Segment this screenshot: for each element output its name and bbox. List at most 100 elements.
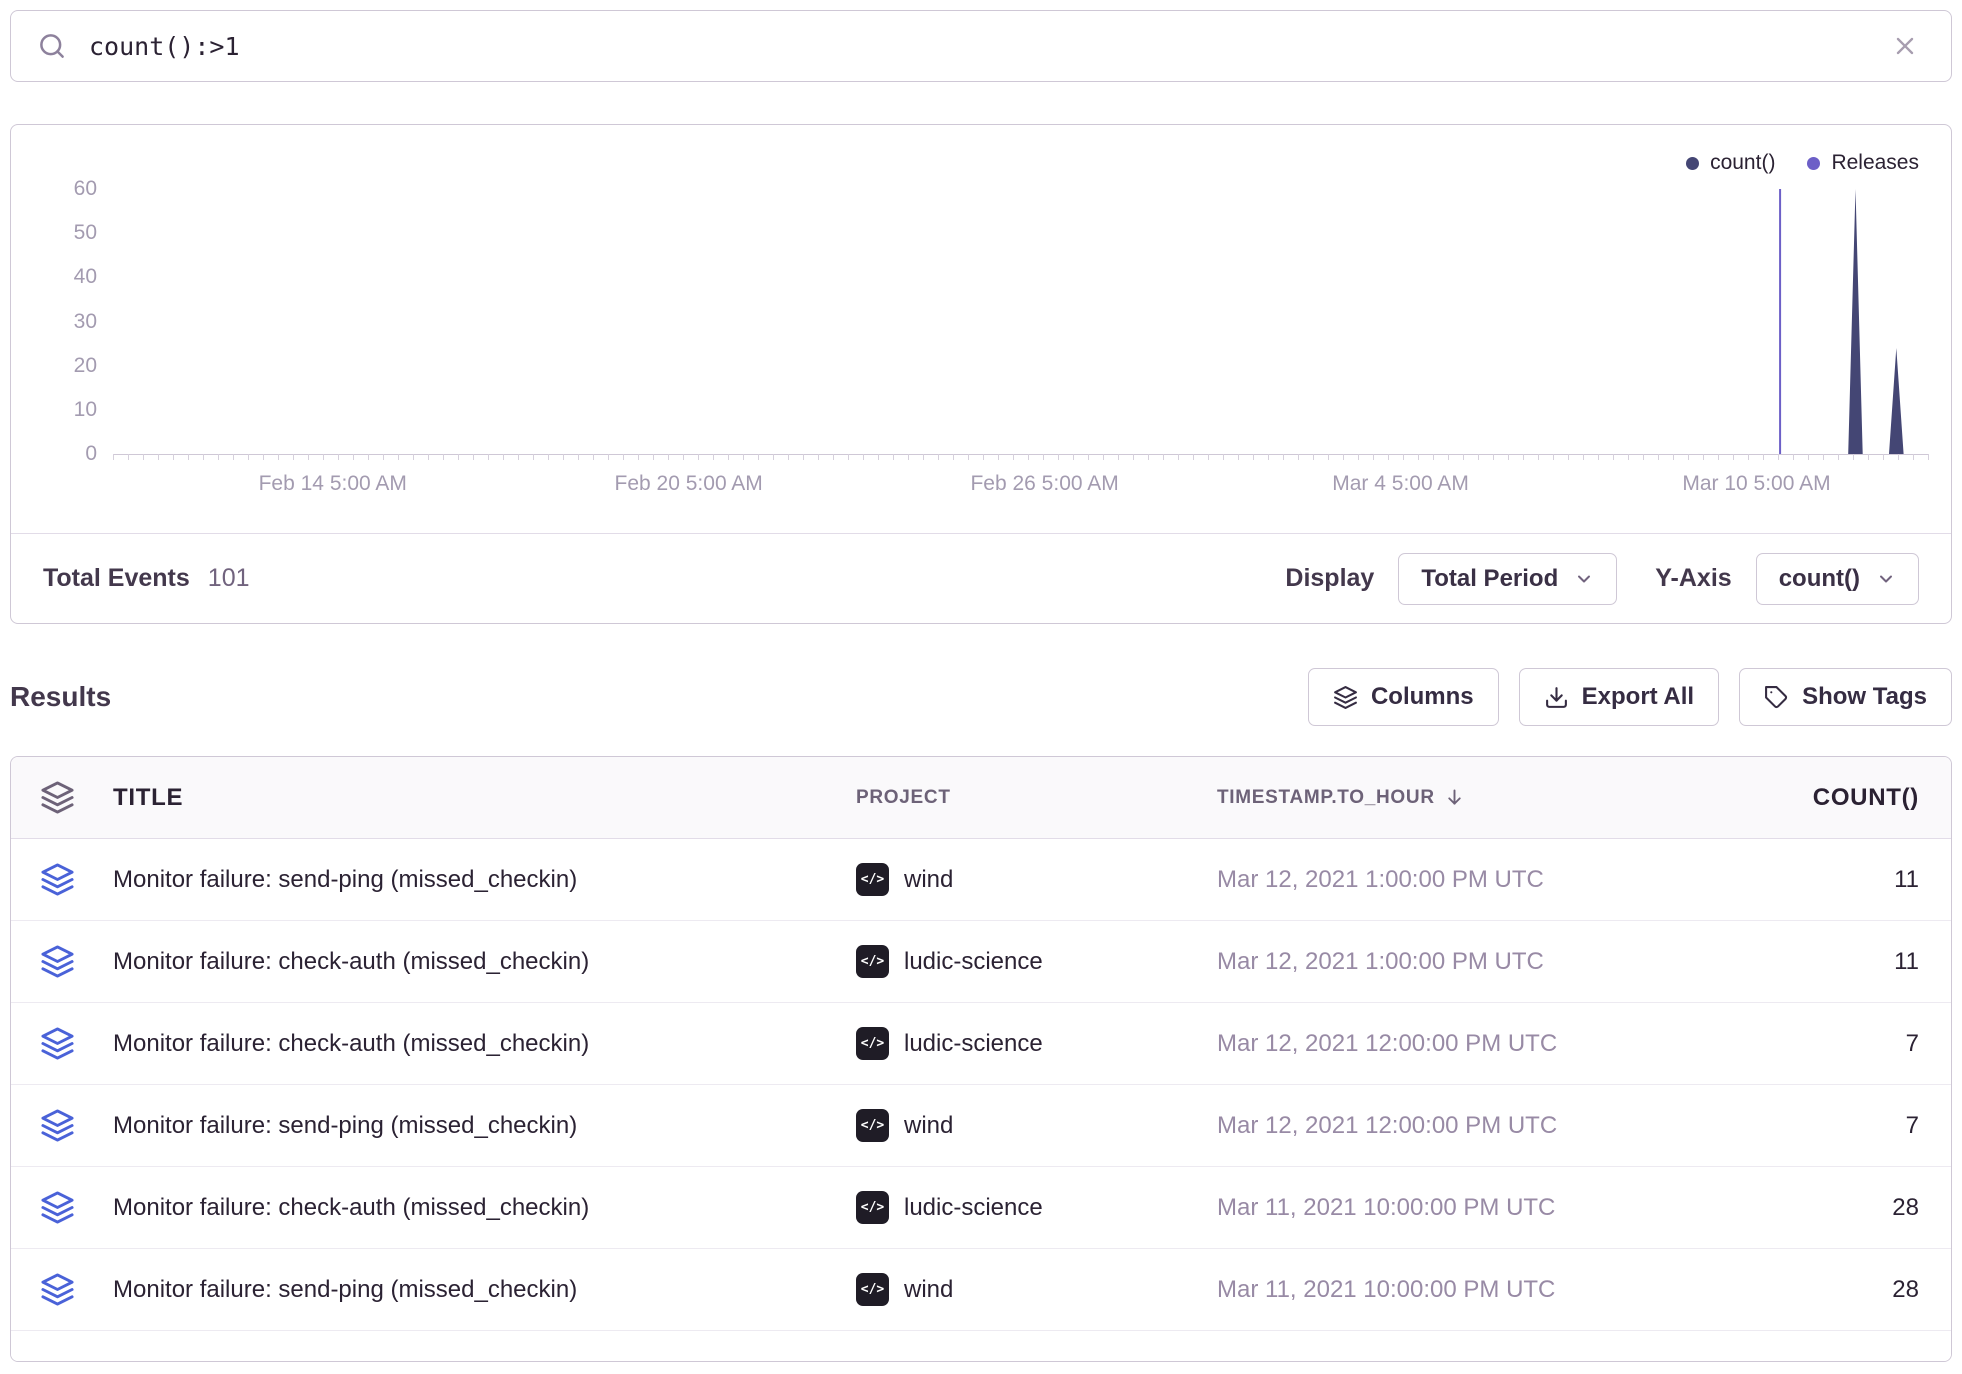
count-cell: 28: [1697, 1276, 1951, 1304]
project-cell: </> ludic-science: [856, 1191, 1217, 1224]
tag-icon: [1764, 685, 1789, 710]
event-title[interactable]: Monitor failure: check-auth (missed_chec…: [103, 948, 856, 976]
columns-button[interactable]: Columns: [1308, 668, 1499, 726]
chart-region: count() Releases 60 50 40 30 20 10 0 Feb…: [11, 125, 1951, 535]
chart-legend: count() Releases: [1686, 151, 1919, 175]
count-cell: 28: [1697, 1194, 1951, 1222]
show-tags-button-label: Show Tags: [1802, 683, 1927, 711]
x-axis-tick: Feb 14 5:00 AM: [259, 472, 407, 496]
column-header-timestamp[interactable]: TIMESTAMP.TO_HOUR: [1217, 787, 1697, 809]
close-icon: [1891, 32, 1919, 60]
legend-item-releases[interactable]: Releases: [1807, 151, 1919, 175]
chart-footer: Total Events 101 Display Total Period Y-…: [11, 533, 1951, 623]
count-cell: 7: [1697, 1112, 1951, 1140]
results-heading: Results: [10, 681, 111, 713]
project-platform-icon: </>: [856, 1273, 889, 1306]
display-label: Display: [1285, 564, 1374, 593]
events-chart-panel: count() Releases 60 50 40 30 20 10 0 Feb…: [10, 124, 1952, 624]
x-axis-tick: Feb 20 5:00 AM: [615, 472, 763, 496]
y-axis-tick: 0: [85, 442, 97, 466]
columns-icon: [1333, 685, 1358, 710]
project-name: wind: [904, 1112, 953, 1140]
x-axis-tick: Feb 26 5:00 AM: [970, 472, 1118, 496]
project-cell: </> wind: [856, 863, 1217, 896]
legend-label-releases: Releases: [1831, 151, 1919, 175]
timestamp-cell: Mar 12, 2021 12:00:00 PM UTC: [1217, 1112, 1697, 1140]
chevron-down-icon: [1876, 569, 1896, 589]
table-header-row: TITLE PROJECT TIMESTAMP.TO_HOUR COUNT(): [11, 757, 1951, 839]
project-platform-icon: </>: [856, 1027, 889, 1060]
stack-icon[interactable]: [40, 1272, 75, 1307]
event-title[interactable]: Monitor failure: send-ping (missed_check…: [103, 1112, 856, 1140]
timestamp-cell: Mar 11, 2021 10:00:00 PM UTC: [1217, 1276, 1697, 1304]
export-all-button[interactable]: Export All: [1519, 668, 1719, 726]
search-icon: [37, 31, 67, 61]
column-header-title[interactable]: TITLE: [103, 784, 856, 812]
download-icon: [1544, 685, 1569, 710]
y-axis-tick: 50: [74, 221, 97, 245]
stack-icon[interactable]: [40, 862, 75, 897]
total-events-value: 101: [208, 564, 250, 593]
export-all-button-label: Export All: [1582, 683, 1694, 711]
x-axis-tick: Mar 10 5:00 AM: [1682, 472, 1830, 496]
legend-label-count: count(): [1710, 151, 1775, 175]
results-table: TITLE PROJECT TIMESTAMP.TO_HOUR COUNT() …: [10, 756, 1952, 1362]
timestamp-cell: Mar 12, 2021 1:00:00 PM UTC: [1217, 866, 1697, 894]
table-row[interactable]: Monitor failure: check-auth (missed_chec…: [11, 1167, 1951, 1249]
legend-dot-releases: [1807, 157, 1820, 170]
table-row[interactable]: Monitor failure: send-ping (missed_check…: [11, 1085, 1951, 1167]
column-header-project[interactable]: PROJECT: [856, 787, 1217, 809]
table-row[interactable]: Monitor failure: check-auth (missed_chec…: [11, 1003, 1951, 1085]
event-title[interactable]: Monitor failure: check-auth (missed_chec…: [103, 1194, 856, 1222]
project-cell: </> wind: [856, 1109, 1217, 1142]
column-header-count[interactable]: COUNT(): [1697, 784, 1951, 812]
event-title[interactable]: Monitor failure: check-auth (missed_chec…: [103, 1030, 856, 1058]
total-events-label: Total Events: [43, 564, 190, 593]
legend-dot-count: [1686, 157, 1699, 170]
stack-icon[interactable]: [40, 1026, 75, 1061]
table-row[interactable]: Monitor failure: send-ping (missed_check…: [11, 1249, 1951, 1331]
stack-column-header: [11, 780, 103, 815]
project-platform-icon: </>: [856, 945, 889, 978]
event-title[interactable]: Monitor failure: send-ping (missed_check…: [103, 1276, 856, 1304]
clear-search-button[interactable]: [1885, 26, 1925, 66]
chevron-down-icon: [1574, 569, 1594, 589]
results-bar: Results Columns Export All Show Tags: [10, 668, 1952, 726]
project-name: ludic-science: [904, 948, 1043, 976]
yaxis-dropdown-value: count(): [1779, 565, 1860, 593]
table-row[interactable]: Monitor failure: send-ping (missed_check…: [11, 839, 1951, 921]
event-title[interactable]: Monitor failure: send-ping (missed_check…: [103, 866, 856, 894]
yaxis-dropdown[interactable]: count(): [1756, 553, 1919, 605]
project-name: wind: [904, 866, 953, 894]
columns-button-label: Columns: [1371, 683, 1474, 711]
y-axis-tick: 20: [74, 354, 97, 378]
project-name: ludic-science: [904, 1030, 1043, 1058]
count-cell: 11: [1697, 866, 1951, 894]
project-platform-icon: </>: [856, 863, 889, 896]
project-cell: </> wind: [856, 1273, 1217, 1306]
y-axis-tick: 40: [74, 265, 97, 289]
column-header-timestamp-label: TIMESTAMP.TO_HOUR: [1217, 787, 1435, 809]
y-axis-tick: 60: [74, 177, 97, 201]
display-dropdown[interactable]: Total Period: [1398, 553, 1617, 605]
table-row-partial: [11, 1331, 1951, 1361]
table-row[interactable]: Monitor failure: check-auth (missed_chec…: [11, 921, 1951, 1003]
display-dropdown-value: Total Period: [1421, 565, 1558, 593]
timestamp-cell: Mar 12, 2021 1:00:00 PM UTC: [1217, 948, 1697, 976]
search-input[interactable]: [87, 31, 1885, 62]
stack-icon[interactable]: [40, 1108, 75, 1143]
x-axis: Feb 14 5:00 AM Feb 20 5:00 AM Feb 26 5:0…: [113, 472, 1929, 502]
x-axis-tick: Mar 4 5:00 AM: [1332, 472, 1469, 496]
sort-desc-icon: [1444, 787, 1465, 808]
stack-icon[interactable]: [40, 944, 75, 979]
stack-icon[interactable]: [40, 1190, 75, 1225]
timestamp-cell: Mar 11, 2021 10:00:00 PM UTC: [1217, 1194, 1697, 1222]
project-platform-icon: </>: [856, 1109, 889, 1142]
show-tags-button[interactable]: Show Tags: [1739, 668, 1952, 726]
project-name: wind: [904, 1276, 953, 1304]
stack-icon: [40, 780, 75, 815]
legend-item-count[interactable]: count(): [1686, 151, 1775, 175]
project-cell: </> ludic-science: [856, 945, 1217, 978]
results-actions: Columns Export All Show Tags: [1308, 668, 1952, 726]
timestamp-cell: Mar 12, 2021 12:00:00 PM UTC: [1217, 1030, 1697, 1058]
